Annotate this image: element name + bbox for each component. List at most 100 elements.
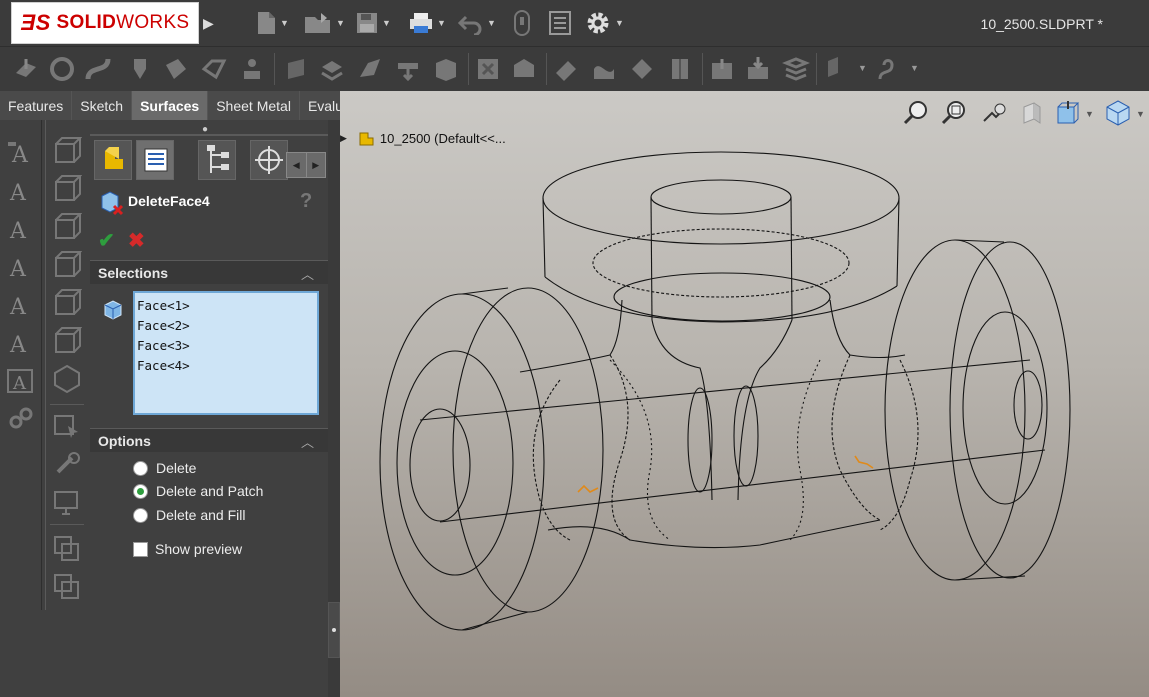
display-monitor-icon[interactable]: [52, 488, 82, 518]
text-table-icon[interactable]: A: [6, 328, 36, 358]
radio-delete[interactable]: Delete: [133, 458, 196, 478]
knit-surface-icon[interactable]: [666, 55, 694, 83]
cube-right-icon[interactable]: [52, 250, 82, 280]
expand-arrow-icon[interactable]: ▶: [340, 133, 347, 144]
collapse-panel-handle[interactable]: [328, 602, 340, 658]
trim-surface-icon[interactable]: [590, 55, 618, 83]
cube-dimetric-icon[interactable]: [52, 364, 82, 394]
radio-delete-and-fill[interactable]: Delete and Fill: [133, 505, 246, 525]
collapse-chevron-icon[interactable]: ︿: [301, 264, 314, 283]
chevron-down-icon[interactable]: ▼: [910, 63, 919, 73]
solidworks-logo[interactable]: ƎS SOLID WORKS: [11, 2, 199, 44]
help-icon[interactable]: ?: [300, 190, 312, 213]
filled-surface-icon[interactable]: [200, 55, 228, 83]
print-button[interactable]: ▼: [408, 8, 446, 38]
rebuild-options-button[interactable]: [548, 8, 572, 38]
chevron-down-icon[interactable]: ▼: [615, 18, 624, 28]
new-document-button[interactable]: ▼: [255, 8, 289, 38]
cube-iso-icon[interactable]: [52, 288, 82, 318]
radio-delete-and-patch[interactable]: Delete and Patch: [133, 481, 263, 501]
cube-wire-icon[interactable]: [52, 326, 82, 356]
chevron-down-icon[interactable]: ▼: [1136, 109, 1145, 119]
chevron-down-icon[interactable]: ▼: [336, 18, 345, 28]
radio-button[interactable]: [133, 507, 148, 523]
text-align-icon[interactable]: A: [6, 252, 36, 282]
tab-feature-manager[interactable]: [94, 140, 132, 180]
text-style-icon[interactable]: A: [6, 176, 36, 206]
view-orientation-icon[interactable]: [1054, 99, 1082, 127]
cube-front-icon[interactable]: [52, 174, 82, 204]
text-link-icon[interactable]: A: [6, 290, 36, 320]
freeform-icon[interactable]: [238, 55, 266, 83]
list-item[interactable]: Face<4>: [137, 356, 315, 376]
cancel-x-icon[interactable]: ✖: [128, 228, 145, 253]
chevron-down-icon[interactable]: ▼: [280, 18, 289, 28]
lofted-surface-icon[interactable]: [126, 55, 154, 83]
text-note-icon[interactable]: A: [6, 138, 36, 168]
delete-face-icon[interactable]: [474, 55, 502, 83]
text-frame-icon[interactable]: A: [6, 366, 36, 396]
cube-view-icon[interactable]: [52, 136, 82, 166]
scroll-left-arrow-icon[interactable]: ◀: [287, 153, 307, 177]
chevron-down-icon[interactable]: ▼: [437, 18, 446, 28]
surface-flatten-icon[interactable]: [394, 55, 422, 83]
zoom-to-fit-icon[interactable]: [902, 99, 930, 127]
open-button[interactable]: ▼: [303, 8, 345, 38]
revolved-surface-icon[interactable]: [48, 55, 76, 83]
ok-check-icon[interactable]: ✔: [98, 228, 115, 253]
paste-window-icon[interactable]: [52, 572, 82, 602]
chevron-down-icon[interactable]: ▼: [382, 18, 391, 28]
chevron-down-icon[interactable]: ▼: [487, 18, 496, 28]
tab-dimxpert-manager[interactable]: [250, 140, 288, 180]
reference-geometry-icon[interactable]: [822, 55, 850, 83]
move-copy-icon[interactable]: [708, 55, 736, 83]
show-preview-checkbox[interactable]: Show preview: [133, 539, 242, 559]
tab-configuration-manager[interactable]: [198, 140, 236, 180]
extruded-surface-icon[interactable]: [12, 55, 40, 83]
tab-sketch[interactable]: Sketch: [72, 91, 133, 120]
selection-cursor-icon[interactable]: [52, 412, 82, 442]
tab-sheet-metal[interactable]: Sheet Metal: [208, 91, 300, 120]
boundary-surface-icon[interactable]: [162, 55, 190, 83]
list-item[interactable]: Face<2>: [137, 316, 315, 336]
planar-surface-icon[interactable]: [282, 55, 310, 83]
list-item[interactable]: Face<1>: [137, 296, 315, 316]
feature-tree-flyout[interactable]: ▶ 10_2500 (Default<<...: [340, 129, 506, 147]
tab-surfaces[interactable]: Surfaces: [132, 91, 209, 120]
checkbox[interactable]: [133, 541, 148, 557]
menu-expand-arrow-icon[interactable]: ▶: [203, 10, 217, 36]
zoom-to-area-icon[interactable]: [940, 99, 968, 127]
thicken-icon[interactable]: [432, 55, 460, 83]
collapse-chevron-icon[interactable]: ︿: [301, 432, 314, 451]
tab-property-manager[interactable]: [136, 140, 174, 180]
options-section-header[interactable]: Options ︿: [90, 428, 328, 452]
selections-section-header[interactable]: Selections ︿: [90, 260, 328, 284]
text-format-icon[interactable]: A: [6, 214, 36, 244]
cube-top-icon[interactable]: [52, 212, 82, 242]
chevron-down-icon[interactable]: ▼: [858, 63, 867, 73]
chevron-down-icon[interactable]: ▼: [1085, 109, 1094, 119]
section-view-icon[interactable]: [1018, 99, 1046, 127]
radio-button[interactable]: [133, 460, 148, 476]
ruled-surface-icon[interactable]: [356, 55, 384, 83]
undo-button[interactable]: ▼: [458, 8, 496, 38]
link-tool-icon[interactable]: [52, 450, 82, 480]
save-button[interactable]: ▼: [355, 8, 391, 38]
link-chain-icon[interactable]: [6, 404, 36, 434]
extend-surface-icon[interactable]: [552, 55, 580, 83]
curves-icon[interactable]: [874, 55, 902, 83]
copy-window-icon[interactable]: [52, 534, 82, 564]
display-style-icon[interactable]: [1104, 99, 1132, 127]
layers-icon[interactable]: [782, 55, 810, 83]
options-button[interactable]: ▼: [584, 8, 624, 38]
scroll-right-arrow-icon[interactable]: ▶: [307, 153, 326, 177]
list-item[interactable]: Face<3>: [137, 336, 315, 356]
replace-face-icon[interactable]: [510, 55, 538, 83]
swept-surface-icon[interactable]: [84, 55, 112, 83]
part-wireframe-model[interactable]: [340, 91, 1149, 697]
untrim-surface-icon[interactable]: [628, 55, 656, 83]
select-button[interactable]: [512, 8, 532, 38]
surface-cut-icon[interactable]: [744, 55, 772, 83]
offset-surface-icon[interactable]: [318, 55, 346, 83]
graphics-area[interactable]: ▶ 10_2500 (Default<<... ▼ ▼: [340, 91, 1149, 697]
